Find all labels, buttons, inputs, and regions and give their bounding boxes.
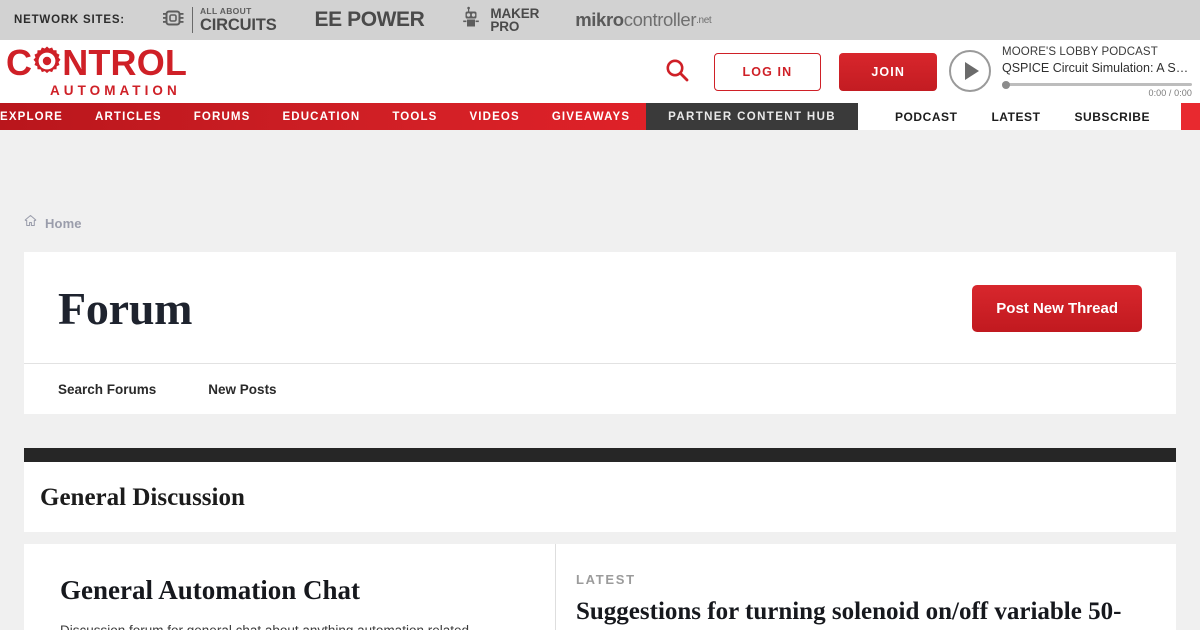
nav-item-subscribe[interactable]: SUBSCRIBE [1057,110,1167,124]
forum-header-card: Forum Post New Thread Search Forums New … [24,252,1176,414]
play-icon [965,62,979,81]
logo-letters-ntrol: NTROL [62,42,188,84]
network-sites-label: NETWORK SITES: [14,14,125,26]
main-navigation: EXPLORE ARTICLES FORUMS EDUCATION TOOLS … [0,103,1200,130]
network-site-all-about-circuits[interactable]: ALL ABOUT CIRCUITS [162,6,277,34]
latest-thread-link[interactable]: Suggestions for turning solenoid on/off … [576,595,1142,630]
forum-name-link[interactable]: General Automation Chat [60,574,521,606]
network-site-mikrocontroller[interactable]: mikro controller .net [575,9,712,31]
podcast-progress-knob[interactable] [1002,80,1010,89]
play-button[interactable] [949,50,991,93]
mikro-tld: .net [696,14,712,26]
nav-item-giveaways[interactable]: GIVEAWAYS [536,111,646,123]
podcast-progress-slider[interactable] [1002,80,1192,89]
network-site-ee-power[interactable]: EE POWER [315,8,425,32]
nav-item-explore[interactable]: EXPLORE [0,111,79,123]
forum-subnav: Search Forums New Posts [24,364,1176,414]
breadcrumb: Home [24,130,1176,232]
nav-item-education[interactable]: EDUCATION [266,111,376,123]
forum-list-row: General Automation Chat Discussion forum… [24,544,1176,630]
podcast-show-name: MOORE'S LOBBY PODCAST [1002,45,1158,58]
search-icon [664,57,690,86]
nav-tail-accent [1181,103,1200,130]
aac-big-label: CIRCUITS [199,15,277,34]
search-button[interactable] [658,57,696,86]
gear-icon [31,45,63,82]
join-button[interactable]: JOIN [839,52,937,91]
tab-search-forums[interactable]: Search Forums [58,382,208,397]
mikro-bold: mikro [575,9,624,30]
tab-new-posts[interactable]: New Posts [208,382,328,397]
site-header: C NTROL AUTOMATION LOG IN JOIN MOORE'S L… [0,40,1200,103]
section-title: General Discussion [40,484,245,511]
maker-pro-line2: PRO [490,19,520,34]
breadcrumb-home-link[interactable]: Home [45,216,82,231]
nav-primary-items: EXPLORE ARTICLES FORUMS EDUCATION TOOLS … [0,103,646,130]
nav-secondary-items: PODCAST LATEST SUBSCRIBE [857,103,1181,130]
ee-power-label: EE POWER [314,8,425,31]
forum-latest-column: LATEST Suggestions for turning solenoid … [556,544,1176,630]
aac-small-label: ALL ABOUT [199,6,252,16]
section-header: General Discussion [24,462,1176,532]
site-logo[interactable]: C NTROL AUTOMATION [0,45,380,98]
nav-item-partner-content-hub[interactable]: PARTNER CONTENT HUB [646,103,858,130]
forum-header-row: Forum Post New Thread [24,252,1176,364]
network-sites-bar: NETWORK SITES: ALL ABOUT CIRCUITS EE POW… [0,0,1200,40]
mikro-rest: controller [623,9,697,30]
nav-item-podcast[interactable]: PODCAST [878,110,974,124]
page-content: Home Forum Post New Thread Search Forums… [0,130,1200,630]
podcast-timestamp: 0:00 / 0:00 [1148,88,1192,99]
page-title: Forum [58,283,193,334]
chip-icon [162,8,185,33]
robot-icon [462,6,486,35]
post-new-thread-button[interactable]: Post New Thread [972,285,1142,332]
login-button[interactable]: LOG IN [713,52,822,91]
nav-item-tools[interactable]: TOOLS [376,111,453,123]
podcast-player: MOORE'S LOBBY PODCAST QSPICE Circuit Sim… [949,45,1200,98]
forum-description: Discussion forum for general chat about … [60,622,521,630]
network-site-maker-pro[interactable]: MAKER PRO [462,6,539,35]
nav-item-latest[interactable]: LATEST [974,110,1057,124]
nav-item-videos[interactable]: VIDEOS [453,111,535,123]
logo-letter-c: C [6,42,33,84]
header-actions: LOG IN JOIN [658,52,937,91]
latest-label: LATEST [576,572,636,587]
forum-category-section: General Discussion General Automation Ch… [24,448,1176,630]
nav-item-forums[interactable]: FORUMS [178,111,267,123]
podcast-episode-title[interactable]: QSPICE Circuit Simulation: A Spi... [1002,60,1192,77]
section-top-accent-bar [24,448,1176,462]
home-icon [24,214,37,232]
nav-item-articles[interactable]: ARTICLES [79,111,178,123]
logo-subtitle: AUTOMATION [50,83,181,98]
forum-info-column: General Automation Chat Discussion forum… [24,544,556,630]
